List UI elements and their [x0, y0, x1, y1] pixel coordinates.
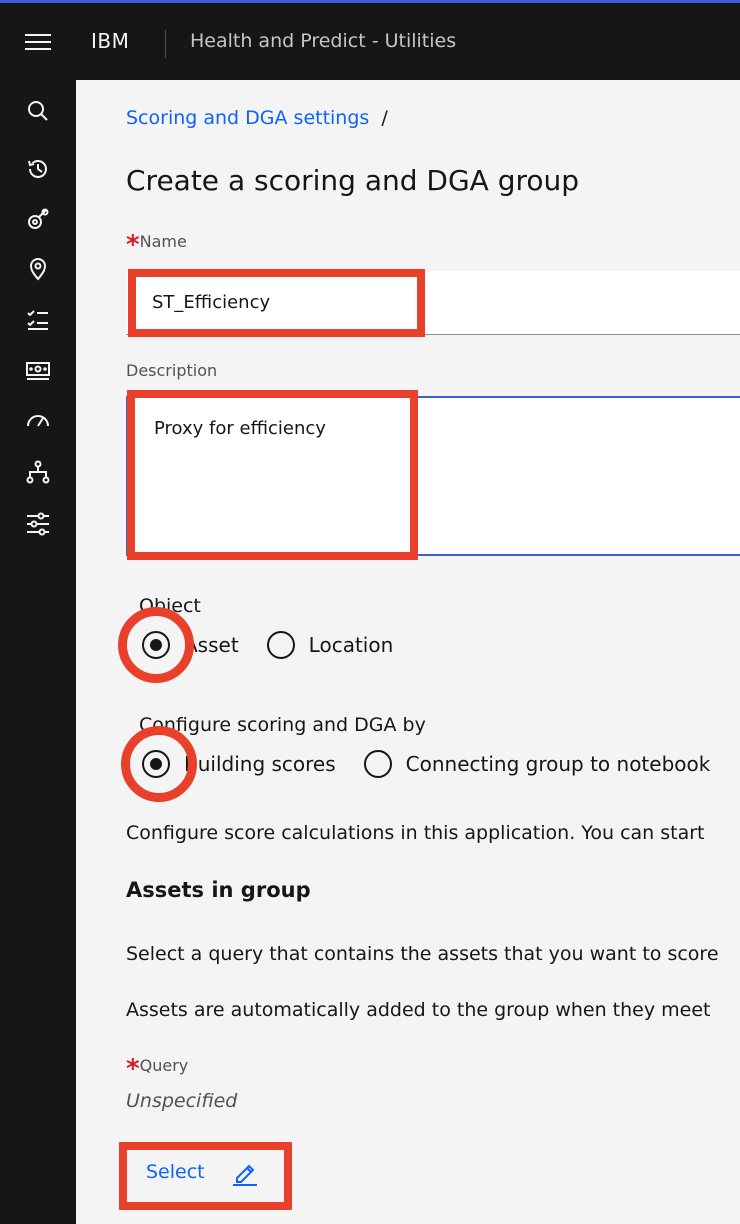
- description-field[interactable]: Proxy for efficiency: [126, 396, 740, 556]
- history-icon[interactable]: [24, 155, 52, 183]
- query-label-text: Query: [139, 1056, 189, 1075]
- select-query-button[interactable]: Select: [146, 1158, 259, 1186]
- name-field[interactable]: [126, 271, 740, 335]
- select-label[interactable]: Select: [146, 1161, 205, 1183]
- assets-in-group-heading: Assets in group: [126, 878, 311, 902]
- configure-label: Configure scoring and DGA by: [139, 714, 426, 736]
- radio-asset[interactable]: [142, 631, 170, 659]
- sidebar: [0, 80, 76, 1224]
- query-value: Unspecified: [126, 1090, 238, 1112]
- checklist-icon[interactable]: [24, 305, 52, 333]
- money-icon[interactable]: [24, 356, 52, 384]
- radio-building-scores[interactable]: [142, 750, 170, 778]
- radio-location[interactable]: [266, 631, 295, 659]
- object-label: Object: [139, 595, 201, 617]
- radio-connecting-notebook[interactable]: [363, 750, 392, 778]
- name-label-text: Name: [139, 232, 187, 251]
- main-content: Scoring and DGA settings / Create a scori…: [76, 80, 740, 1224]
- sliders-icon[interactable]: [24, 508, 52, 536]
- location-pin-icon[interactable]: [24, 255, 52, 283]
- radio-building-scores-label[interactable]: Building scores: [184, 752, 336, 776]
- search-icon[interactable]: [24, 97, 52, 125]
- breadcrumb: Scoring and DGA settings /: [126, 107, 388, 129]
- breadcrumb-separator: /: [381, 107, 388, 129]
- assets-info-text-2: Assets are automatically added to the gr…: [126, 999, 711, 1021]
- radio-connecting-notebook-label[interactable]: Connecting group to notebook: [406, 752, 711, 776]
- radio-asset-label[interactable]: Asset: [184, 633, 239, 657]
- page-title: Create a scoring and DGA group: [126, 164, 580, 197]
- hamburger-menu-icon[interactable]: [25, 34, 51, 52]
- header-divider: [165, 30, 166, 58]
- assets-info-text-1: Select a query that contains the assets …: [126, 943, 719, 965]
- gauge-icon[interactable]: [24, 406, 52, 434]
- name-label: * Name: [126, 232, 187, 258]
- required-marker: *: [126, 230, 140, 260]
- configure-info-text: Configure score calculations in this app…: [126, 822, 705, 844]
- edit-pencil-icon[interactable]: [231, 1158, 259, 1186]
- radio-location-label[interactable]: Location: [309, 633, 394, 657]
- description-label: Description: [126, 361, 218, 380]
- query-label: * Query: [126, 1056, 188, 1082]
- app-title: Health and Predict - Utilities: [190, 30, 457, 52]
- brand-logo[interactable]: IBM: [91, 29, 129, 53]
- object-radio-group: Asset Location: [142, 631, 421, 659]
- top-bar: IBM Health and Predict - Utilities: [0, 0, 740, 80]
- hierarchy-icon[interactable]: [24, 458, 52, 486]
- breadcrumb-link-scoring-settings[interactable]: Scoring and DGA settings: [126, 107, 369, 129]
- satellite-icon[interactable]: [24, 205, 52, 233]
- configure-radio-group: Building scores Connecting group to note…: [142, 750, 738, 778]
- required-marker: *: [126, 1054, 140, 1084]
